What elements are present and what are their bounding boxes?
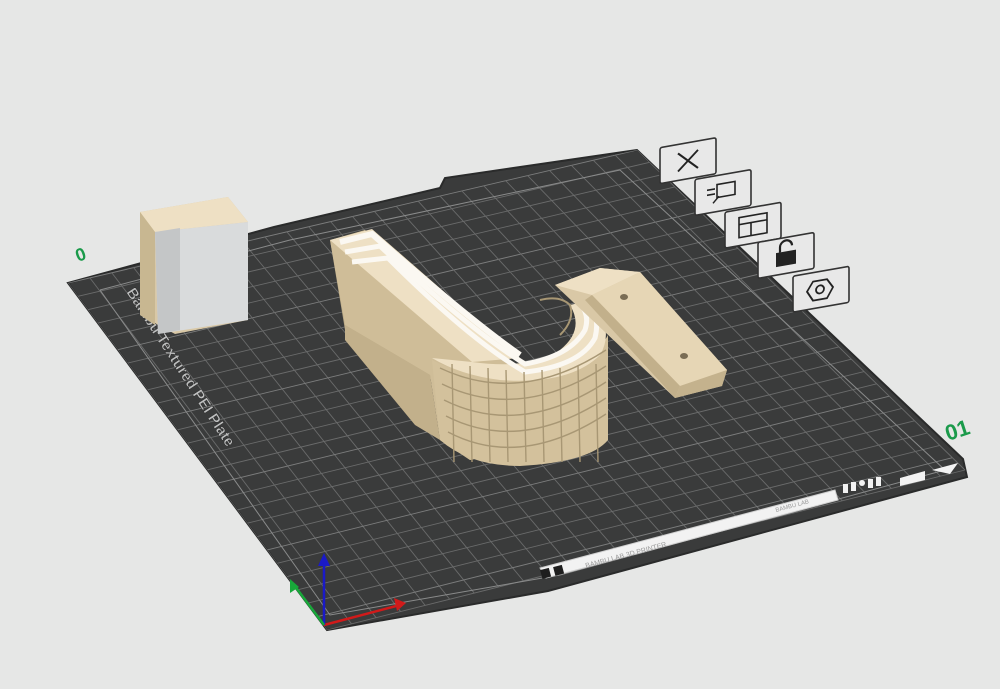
screw-hole-1 bbox=[620, 294, 628, 300]
corner-marker: 0 bbox=[73, 244, 89, 266]
model-block[interactable] bbox=[140, 197, 248, 334]
3d-viewport[interactable]: Bambu Textured PEI Plate BAMBU LAB 3D PR… bbox=[0, 0, 1000, 689]
plate-orient-button[interactable] bbox=[792, 265, 850, 313]
plate-number: 01 bbox=[942, 414, 973, 445]
screw-hole-2 bbox=[680, 353, 688, 359]
